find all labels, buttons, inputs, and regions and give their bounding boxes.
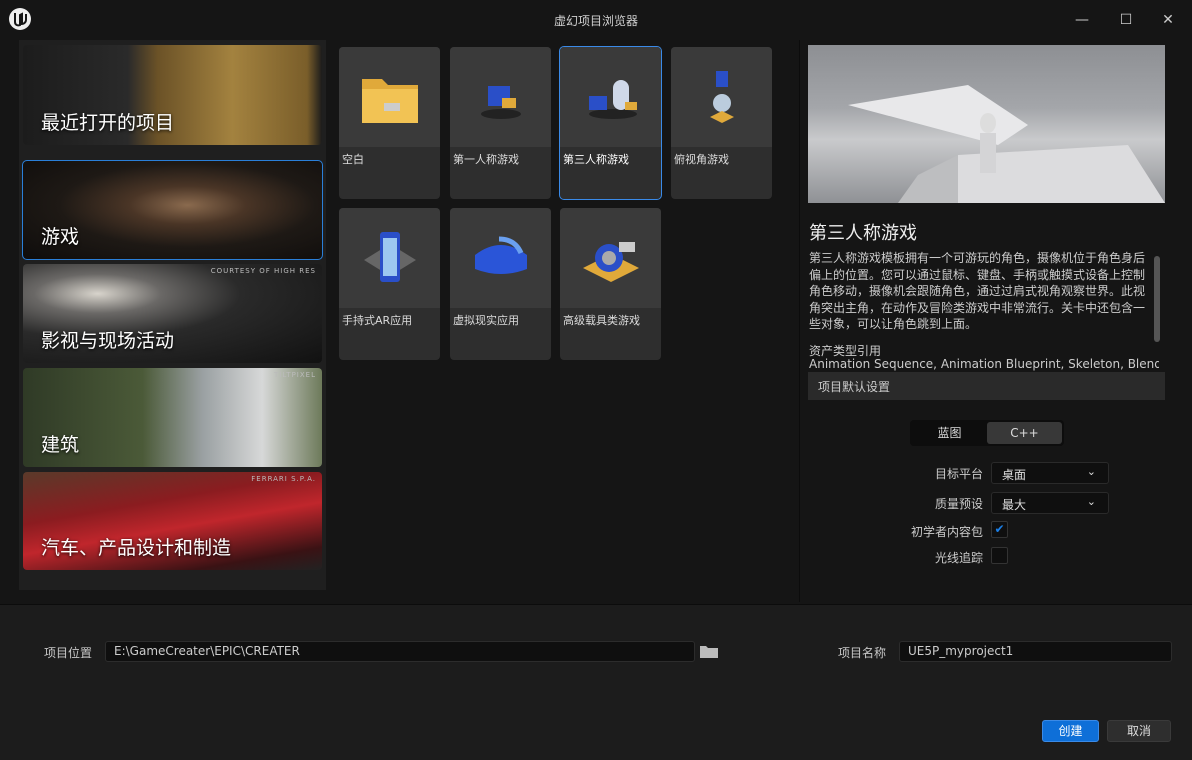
raytracing-checkbox[interactable]: [991, 547, 1008, 564]
raytracing-label: 光线追踪: [934, 551, 983, 565]
dropdown-value: 桌面: [1002, 468, 1027, 482]
template-label: 虚拟现实应用: [453, 314, 519, 327]
check-icon: ✔: [994, 522, 1005, 536]
image-credit: FERRARI S.P.A.: [251, 475, 316, 483]
image-credit: COURTESY OF HIGH RES: [210, 267, 316, 275]
close-button[interactable]: ✕: [1158, 10, 1178, 30]
category-games[interactable]: 游戏: [22, 160, 323, 260]
category-label: 最近打开的项目: [41, 112, 175, 134]
dropdown-value: 最大: [1002, 498, 1027, 512]
category-label: 汽车、产品设计和制造: [41, 537, 232, 559]
panel-divider: [799, 40, 800, 602]
template-label: 空白: [342, 153, 364, 166]
folder-browse-icon[interactable]: [700, 645, 718, 658]
create-button[interactable]: 创建: [1042, 720, 1099, 742]
vehicle-icon: [582, 242, 639, 282]
category-recent-projects[interactable]: 最近打开的项目: [23, 45, 322, 145]
image-credit: TILTPIXEL: [274, 371, 316, 379]
first-person-icon: [480, 86, 521, 119]
category-label: 游戏: [41, 226, 80, 248]
preview-scene-icon: [848, 85, 1165, 203]
cancel-button[interactable]: 取消: [1107, 720, 1171, 742]
target-platform-label: 目标平台: [934, 467, 983, 481]
template-third-person[interactable]: 第三人称游戏: [559, 46, 662, 200]
project-name-input[interactable]: UE5P_myproject1: [899, 641, 1172, 662]
category-automotive[interactable]: FERRARI S.P.A. 汽车、产品设计和制造: [23, 472, 322, 570]
project-defaults-header[interactable]: 项目默认设置: [808, 372, 1165, 400]
third-person-icon: [588, 80, 637, 119]
template-first-person[interactable]: 第一人称游戏: [450, 47, 551, 199]
template-handheld-ar[interactable]: 手持式AR应用: [339, 208, 440, 360]
blueprint-cpp-toggle: 蓝图 C++: [910, 420, 1064, 446]
template-description: 第三人称游戏模板拥有一个可游玩的角色，摄像机位于角色身后偏上的位置。您可以通过鼠…: [809, 251, 1146, 331]
project-name-label: 项目名称: [838, 646, 887, 660]
top-down-icon: [709, 71, 734, 123]
blueprint-option[interactable]: 蓝图: [912, 422, 987, 444]
template-label: 第三人称游戏: [563, 153, 629, 166]
target-platform-dropdown[interactable]: 桌面 ⌄: [991, 462, 1109, 484]
starter-content-label: 初学者内容包: [910, 525, 983, 539]
project-location-label: 项目位置: [44, 646, 93, 660]
template-label: 手持式AR应用: [342, 314, 413, 327]
template-preview-image: [808, 45, 1165, 203]
category-label: 影视与现场活动: [41, 330, 175, 352]
description-scrollbar[interactable]: [1154, 256, 1160, 342]
template-top-down[interactable]: 俯视角游戏: [671, 47, 772, 199]
project-location-input[interactable]: E:\GameCreater\EPIC\CREATER: [105, 641, 695, 662]
window-title: 虚幻项目浏览器: [553, 14, 638, 28]
template-title: 第三人称游戏: [809, 223, 917, 244]
template-label: 高级载具类游戏: [563, 314, 640, 327]
starter-content-checkbox[interactable]: ✔: [991, 521, 1008, 538]
chevron-down-icon: ⌄: [1086, 465, 1096, 478]
project-footer: [0, 604, 1192, 760]
quality-preset-label: 质量预设: [934, 497, 983, 511]
quality-preset-dropdown[interactable]: 最大 ⌄: [991, 492, 1109, 514]
chevron-down-icon: ⌄: [1086, 495, 1096, 508]
asset-types-list: Animation Sequence, Animation Blueprint,…: [809, 357, 1159, 371]
folder-icon: [361, 79, 418, 123]
category-architecture[interactable]: TILTPIXEL 建筑: [23, 368, 322, 467]
template-advanced-vehicle[interactable]: 高级载具类游戏: [560, 208, 661, 360]
minimize-button[interactable]: —: [1072, 10, 1092, 30]
template-label: 第一人称游戏: [453, 153, 519, 166]
ar-phone-icon: [363, 232, 416, 282]
category-film-live-events[interactable]: COURTESY OF HIGH RES 影视与现场活动: [23, 264, 322, 363]
template-label: 俯视角游戏: [674, 153, 729, 166]
template-virtual-reality[interactable]: 虚拟现实应用: [450, 208, 551, 360]
cpp-option[interactable]: C++: [987, 422, 1062, 444]
category-label: 建筑: [41, 434, 80, 456]
maximize-button[interactable]: ☐: [1116, 10, 1136, 30]
template-blank[interactable]: 空白: [339, 47, 440, 199]
vr-headset-icon: [474, 236, 527, 274]
